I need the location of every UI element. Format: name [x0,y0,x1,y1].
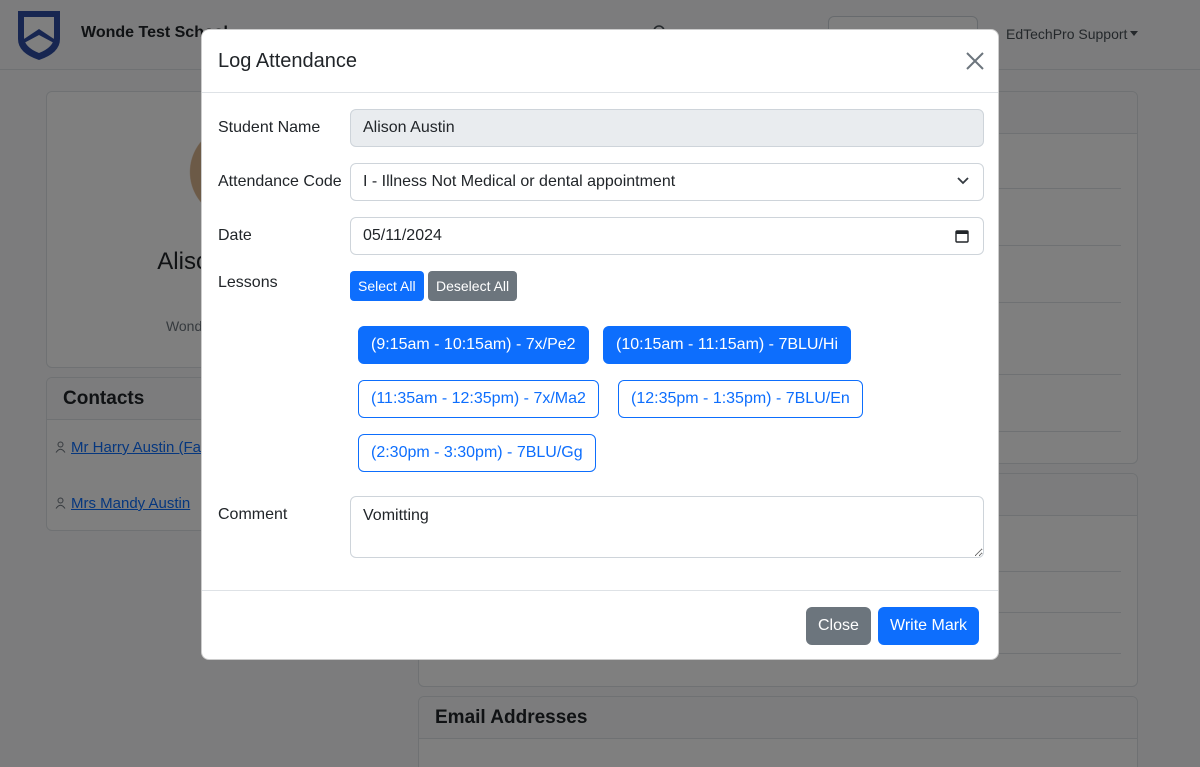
lesson-toggle[interactable]: (2:30pm - 3:30pm) - 7BLU/Gg [358,434,596,472]
lesson-toggle[interactable]: (10:15am - 11:15am) - 7BLU/Hi [603,326,852,364]
lesson-toggle[interactable]: (9:15am - 10:15am) - 7x/Pe2 [358,326,589,364]
comment-textarea[interactable]: Vomitting [350,496,984,558]
attendance-code-select[interactable]: I - Illness Not Medical or dental appoin… [350,163,984,201]
modal-header: Log Attendance [202,30,998,93]
close-button[interactable]: Close [806,607,871,645]
comment-label: Comment [218,506,288,523]
modal-footer: Close Write Mark [202,590,998,661]
attendance-code-value: I - Illness Not Medical or dental appoin… [363,173,676,190]
deselect-all-button[interactable]: Deselect All [428,271,518,301]
date-label: Date [218,227,252,244]
log-attendance-modal: Log Attendance Student Name Alison Austi… [201,29,999,660]
chevron-down-icon [957,177,969,185]
attendance-code-label: Attendance Code [218,173,342,190]
student-name-label: Student Name [218,119,321,136]
lesson-toggle[interactable]: (12:35pm - 1:35pm) - 7BLU/En [618,380,863,418]
select-all-button[interactable]: Select All [350,271,424,301]
date-input[interactable]: 05/11/2024 [350,217,984,255]
close-icon[interactable] [964,50,986,72]
write-mark-button[interactable]: Write Mark [878,607,980,645]
date-value: 05/11/2024 [363,227,442,244]
calendar-icon[interactable] [955,229,969,243]
lessons-label: Lessons [218,274,278,291]
modal-title: Log Attendance [218,50,358,72]
student-name-field: Alison Austin [350,109,984,147]
lesson-toggle[interactable]: (11:35am - 12:35pm) - 7x/Ma2 [358,380,599,418]
